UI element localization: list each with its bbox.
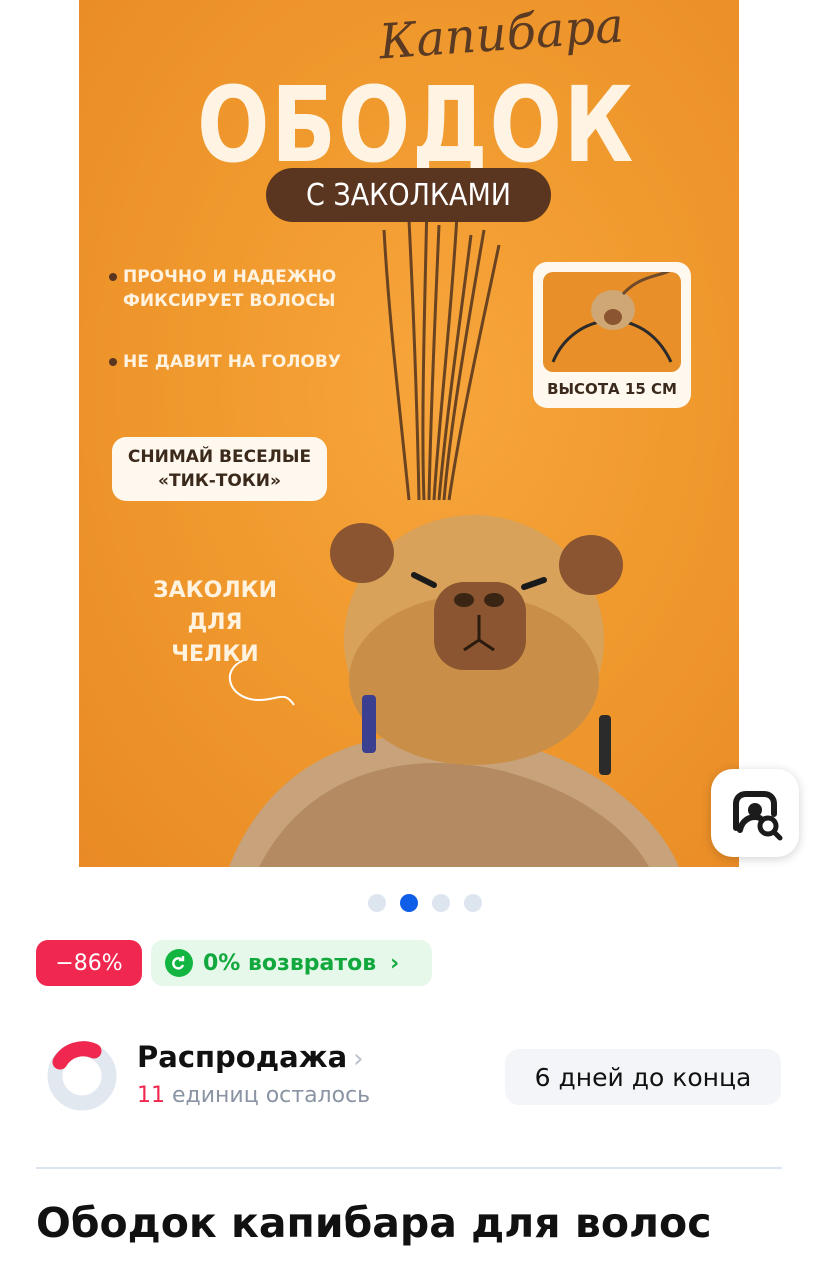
chevron-right-icon: › [353,1044,364,1074]
days-left-pill: 6 дней до конца [505,1049,781,1105]
height-card: ВЫСОТА 15 СМ [533,262,691,408]
sale-progress-ring [47,1041,117,1111]
returns-text: 0% возвратов [203,950,377,976]
sale-title-link[interactable]: Распродажа › [137,1040,364,1074]
height-card-image [543,266,681,372]
units-left-number: 11 [137,1083,165,1108]
carousel-dot[interactable] [432,894,450,912]
discount-badge: −86% [36,940,142,986]
carousel-dot-active[interactable] [400,894,418,912]
sale-title: Распродажа [137,1040,348,1074]
subtitle-pill: С ЗАКОЛКАМИ [266,168,551,222]
capybara-thumbnail [551,266,675,363]
units-left: 11 единиц осталось [137,1083,370,1108]
bullet-dot [109,358,117,366]
divider [36,1167,782,1169]
clips-line1: ЗАКОЛКИ [152,578,277,603]
bullet-feature-2: НЕ ДАВИТ НА ГОЛОВУ [109,350,341,374]
image-search-icon [733,791,783,841]
bullet-1-line2: ФИКСИРУЕТ ВОЛОСЫ [123,291,336,311]
carousel-dot[interactable] [464,894,482,912]
height-label: ВЫСОТА 15 СМ [547,380,677,398]
tiktok-line1: СНИМАЙ ВЕСЕЛЫЕ [127,447,312,467]
tiktok-card: СНИМАЙ ВЕСЕЛЫЕ «ТИК-ТОКИ» [112,437,327,501]
units-left-text: единиц осталось [172,1083,371,1108]
clips-line2: ДЛЯ ЧЕЛКИ [171,610,259,667]
chevron-right-icon: › [390,950,400,976]
image-search-button[interactable] [711,769,799,857]
bullet-dot [109,273,117,281]
bullet-2-text: НЕ ДАВИТ НА ГОЛОВУ [123,352,341,372]
product-image[interactable]: Капибара ОБОДОК С ЗАКОЛКАМИ ПРОЧНО И НАД… [79,0,739,867]
returns-badge[interactable]: 0% возвратов › [151,940,432,986]
bullet-1-line1: ПРОЧНО И НАДЕЖНО [123,267,337,287]
bullet-feature-1: ПРОЧНО И НАДЕЖНО ФИКСИРУЕТ ВОЛОСЫ [109,265,336,313]
clips-text: ЗАКОЛКИ ДЛЯ ЧЕЛКИ [145,575,285,671]
carousel-indicator [368,894,482,912]
product-title: Ободок капибара для волос [36,1199,712,1247]
tiktok-line2: «ТИК-ТОКИ» [158,471,281,491]
carousel-dot[interactable] [368,894,386,912]
returns-icon [165,949,193,977]
